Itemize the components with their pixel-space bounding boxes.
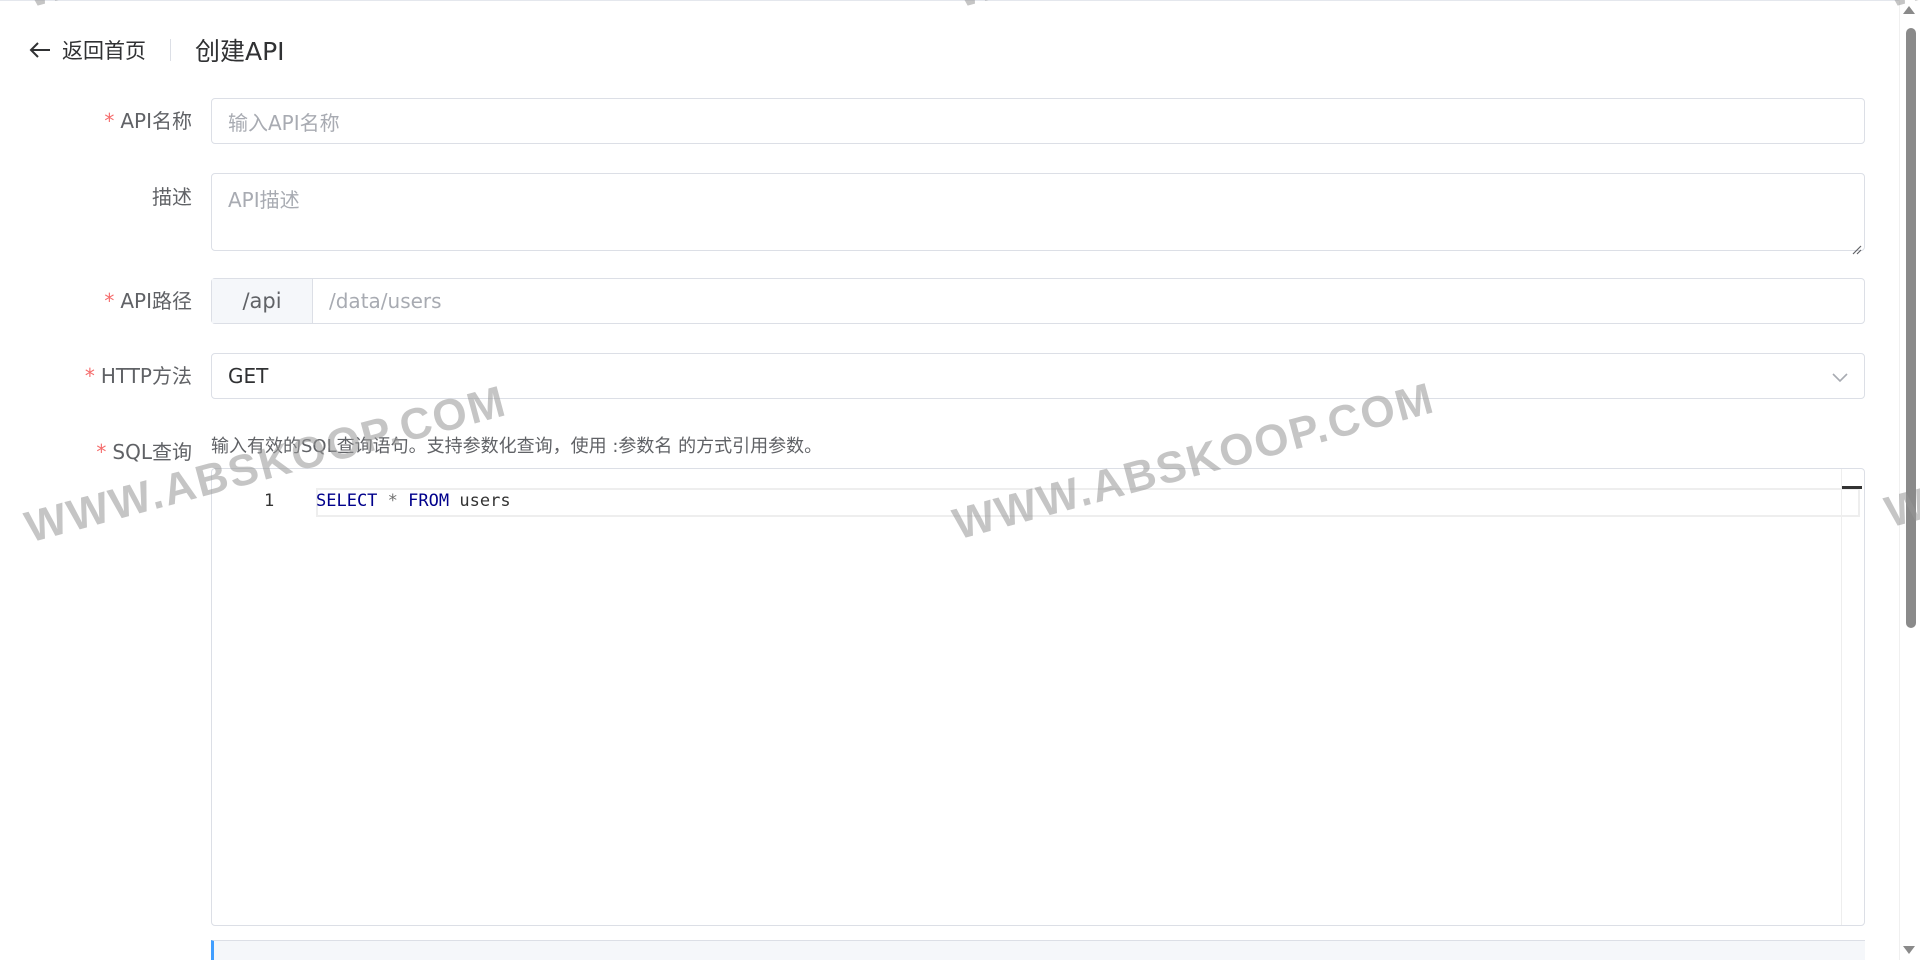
page-scrollbar[interactable] [1899, 0, 1920, 960]
watermark-text: WWW.ABSKOOP.COM [950, 0, 1442, 18]
sql-identifier: users [459, 491, 511, 511]
top-divider [0, 0, 1920, 1]
path-label: * API路径 [104, 289, 192, 313]
required-mark: * [104, 109, 115, 133]
sql-keyword: FROM [408, 491, 450, 511]
page-title: 创建API [195, 37, 285, 66]
back-button[interactable]: 返回首页 [26, 35, 146, 65]
arrow-left-icon [26, 36, 54, 64]
method-label: * HTTP方法 [84, 364, 192, 388]
page-header: 返回首页 创建API [26, 32, 285, 68]
chevron-down-icon [1832, 364, 1848, 388]
scroll-up-icon[interactable] [1903, 6, 1915, 14]
sql-label: * SQL查询 [96, 440, 192, 464]
description-textarea[interactable]: API描述 [211, 173, 1865, 255]
api-name-placeholder: 输入API名称 [228, 110, 340, 135]
scrollbar-thumb[interactable] [1906, 28, 1916, 628]
next-section-edge [211, 940, 1865, 960]
header-divider [170, 39, 171, 61]
description-placeholder: API描述 [228, 188, 300, 212]
watermark-text: WWW.ABSKOOP.COM [20, 0, 512, 18]
http-method-value: GET [228, 364, 269, 388]
api-path-group: /api /data/users [211, 278, 1865, 324]
active-line-highlight [316, 488, 1860, 517]
sql-hint: 输入有效的SQL查询语句。支持参数化查询，使用 :参数名 的方式引用参数。 [211, 436, 823, 457]
api-path-input[interactable]: /data/users [313, 289, 442, 313]
line-number: 1 [264, 491, 275, 511]
http-method-select[interactable]: GET [211, 353, 1865, 399]
api-path-prefix: /api [212, 279, 313, 323]
resize-handle-icon[interactable] [1850, 236, 1862, 255]
code-line[interactable]: SELECT * FROM users [316, 491, 511, 511]
description-label: 描述 [152, 185, 192, 209]
overview-ruler [1841, 469, 1842, 925]
sql-keyword: SELECT [316, 491, 378, 511]
back-label: 返回首页 [62, 39, 146, 63]
overview-ruler-cursor [1842, 486, 1862, 489]
sql-operator: * [387, 491, 398, 511]
sql-code-editor[interactable]: 1 SELECT * FROM users [211, 468, 1865, 926]
scroll-down-icon[interactable] [1903, 946, 1915, 954]
name-label: * API名称 [104, 109, 192, 133]
api-name-input[interactable]: 输入API名称 [211, 98, 1865, 144]
